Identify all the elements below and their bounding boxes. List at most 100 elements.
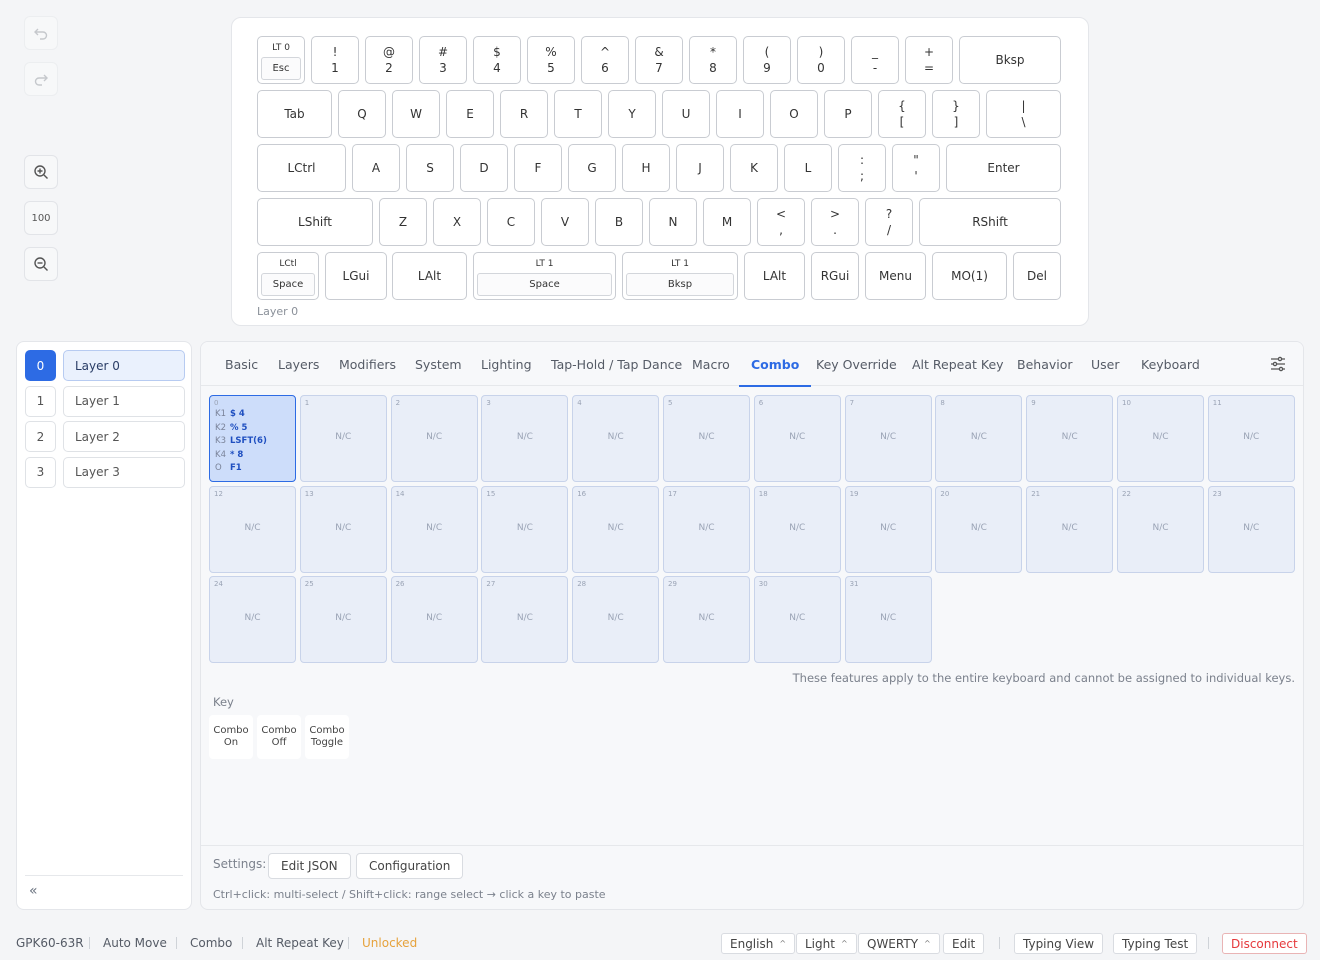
key-symbol[interactable]: * 8 [689,36,737,84]
key-symbol[interactable]: <, [757,198,805,246]
zoom-in-button[interactable] [24,155,58,189]
key-x[interactable]: X [433,198,481,246]
theme-select[interactable]: Light ^ [796,933,857,954]
tab-modifiers[interactable]: Modifiers [339,342,396,386]
key-e[interactable]: E [446,90,494,138]
layer-name[interactable]: Layer 1 [63,385,185,417]
combo-slot[interactable]: 25 N/C [299,576,387,663]
key-symbol[interactable]: (9 [743,36,791,84]
key-w[interactable]: W [392,90,440,138]
key-o[interactable]: O [770,90,818,138]
key-bksp[interactable]: Bksp [959,36,1061,84]
key-k[interactable]: K [730,144,778,192]
combo-slot[interactable]: 17 N/C [663,485,750,573]
tab-layers[interactable]: Layers [278,342,319,386]
tab-combo[interactable]: Combo [738,342,812,387]
key-symbol[interactable]: % 5 [527,36,575,84]
layer-number[interactable]: 3 [25,456,56,488]
key-c[interactable]: C [487,198,535,246]
tab-keyboard[interactable]: Keyboard [1141,342,1200,386]
combo-slot[interactable]: 10 N/C [1117,395,1204,482]
key-tab[interactable]: Tab [257,90,332,138]
key-symbol[interactable]: " ' [892,144,940,192]
key-i[interactable]: I [716,90,764,138]
key-menu[interactable]: Menu [865,252,926,300]
key-symbol[interactable]: @2 [365,36,413,84]
combo-off-button[interactable]: Combo Off [257,715,301,759]
key-g[interactable]: G [568,144,616,192]
tab-basic[interactable]: Basic [225,342,258,386]
key-m[interactable]: M [703,198,751,246]
tab-user[interactable]: User [1091,342,1120,386]
key-j[interactable]: J [676,144,724,192]
combo-slot[interactable]: 15 N/C [481,485,569,573]
key-y[interactable]: Y [608,90,656,138]
combo-slot[interactable]: 13 N/C [299,485,387,573]
combo-slot[interactable]: 28 N/C [572,576,660,663]
layer-row[interactable]: 3 Layer 3 [25,456,185,488]
key-symbol[interactable]: >. [811,198,859,246]
configuration-button[interactable]: Configuration [356,853,464,879]
combo-slot[interactable]: 21 N/C [1026,485,1114,573]
combo-slot[interactable]: 4 N/C [572,395,660,482]
key-rshift[interactable]: RShift [919,198,1061,246]
key-s[interactable]: S [406,144,454,192]
key-symbol[interactable]: ) 0 [797,36,845,84]
edit-button[interactable]: Edit [943,933,985,954]
key-v[interactable]: V [541,198,589,246]
layer-row[interactable]: 1 Layer 1 [25,385,185,417]
key-enter[interactable]: Enter [946,144,1061,192]
key-a[interactable]: A [352,144,400,192]
layer-row[interactable]: 2 Layer 2 [25,421,185,452]
language-select[interactable]: English ^ [721,933,796,954]
edit-json-button[interactable]: Edit JSON [268,853,351,879]
tab-lighting[interactable]: Lighting [481,342,532,386]
combo-slot[interactable]: 2 N/C [390,395,478,482]
key-lalt[interactable]: LAlt [744,252,805,300]
key-r[interactable]: R [500,90,548,138]
key-u[interactable]: U [662,90,710,138]
key-n[interactable]: N [649,198,697,246]
combo-slot[interactable]: 26 N/C [390,576,478,663]
key-p[interactable]: P [824,90,872,138]
key-h[interactable]: H [622,144,670,192]
combo-slot[interactable]: 11 N/C [1207,395,1295,482]
tab-key-override[interactable]: Key Override [816,342,897,386]
combo-slot[interactable]: 22 N/C [1117,485,1204,573]
combo-on-button[interactable]: Combo On [209,715,253,759]
tab-behavior[interactable]: Behavior [1017,342,1073,386]
combo-slot[interactable]: 20 N/C [935,485,1023,573]
redo-button[interactable] [24,62,58,96]
layer-number[interactable]: 1 [25,385,56,417]
layout-select[interactable]: QWERTY ^ [858,933,940,954]
key-lgui[interactable]: LGui [325,252,387,300]
key-space[interactable]: LT 1 Space [473,252,616,300]
key-q[interactable]: Q [338,90,386,138]
key-symbol[interactable]: $4 [473,36,521,84]
layer-name[interactable]: Layer 3 [63,456,185,488]
typing-view-button[interactable]: Typing View [1014,933,1104,954]
combo-slot[interactable]: 29 N/C [663,576,750,663]
key-esc[interactable]: LT 0 Esc [257,36,305,84]
layer-row[interactable]: 0 Layer 0 [25,350,185,381]
layer-number[interactable]: 2 [25,421,56,452]
combo-slot[interactable]: 14 N/C [390,485,478,573]
combo-slot[interactable]: 6 N/C [753,395,841,482]
collapse-sidebar-button[interactable]: « [29,883,38,899]
key-symbol[interactable]: }] [932,90,980,138]
key-mo1[interactable]: MO(1) [932,252,1007,300]
key-t[interactable]: T [554,90,602,138]
key-symbol[interactable]: | \ [986,90,1061,138]
sliders-icon[interactable] [1269,355,1287,373]
layer-name[interactable]: Layer 2 [63,421,185,452]
combo-slot[interactable]: 3 N/C [481,395,569,482]
combo-toggle-button[interactable]: Combo Toggle [305,715,349,759]
layer-name[interactable]: Layer 0 [63,350,185,381]
undo-button[interactable] [24,16,58,50]
key-lshift[interactable]: LShift [257,198,373,246]
tab-tap-hold-tap-dance[interactable]: Tap-Hold / Tap Dance [551,342,682,386]
key-symbol[interactable]: + = [905,36,953,84]
combo-slot[interactable]: 23 N/C [1207,485,1295,573]
key-space[interactable]: LCtl Space [257,252,319,300]
key-symbol[interactable]: #3 [419,36,467,84]
